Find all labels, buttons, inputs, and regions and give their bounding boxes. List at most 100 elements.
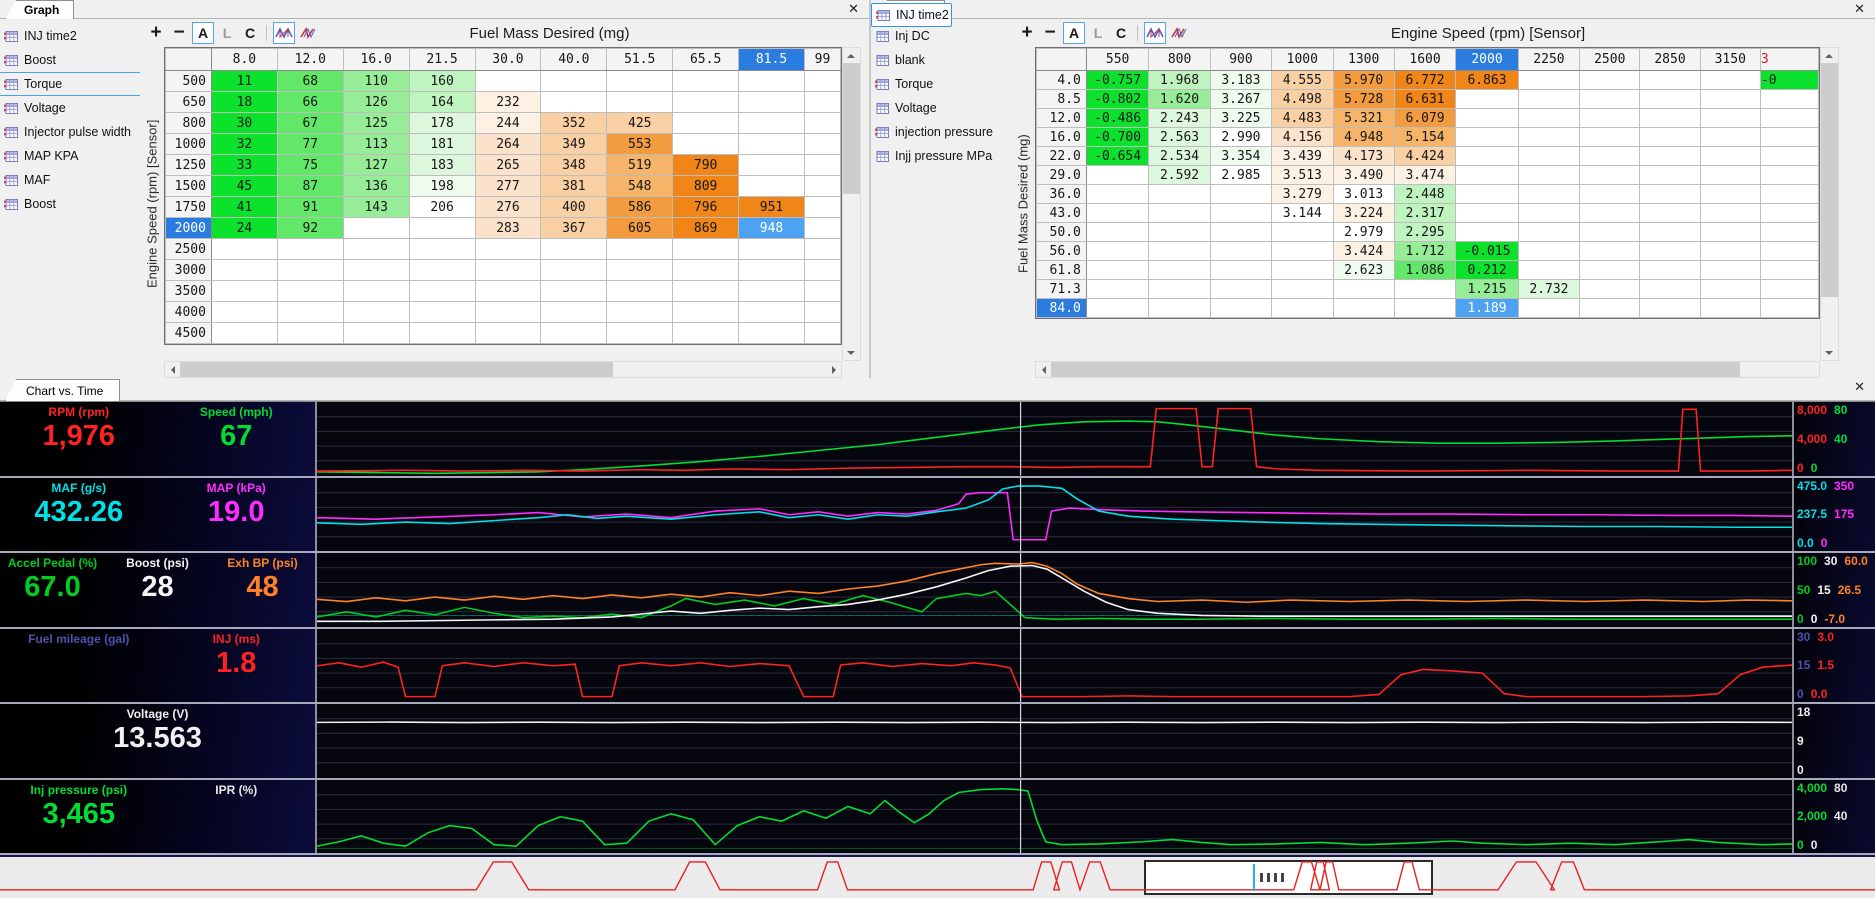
map-cell[interactable] [1579,146,1641,166]
map-cell[interactable] [803,196,841,218]
map-cell[interactable]: 6.863 [1455,70,1519,90]
map-cell[interactable] [1148,279,1211,299]
map-cell[interactable] [540,301,608,323]
map-cell[interactable] [1085,260,1150,280]
map-cell[interactable]: 809 [672,175,740,197]
map-cell-partial[interactable] [1759,222,1819,242]
map-cell[interactable]: 0.212 [1455,260,1519,280]
map-cell[interactable]: -0.486 [1085,108,1150,128]
map-cell[interactable] [1699,241,1761,261]
map-cell[interactable] [1148,298,1211,318]
map-cell[interactable] [672,238,740,260]
map-cell[interactable] [1517,146,1581,166]
timeline-overview[interactable] [0,855,1875,898]
hscroll-thumb[interactable] [1051,362,1741,377]
waveform-alt-icon[interactable] [1169,23,1189,43]
map-cell[interactable] [738,238,805,260]
linear-mode-button[interactable]: L [217,23,237,43]
chart-plot-2[interactable] [317,553,1792,627]
map-cell[interactable]: 400 [540,196,608,218]
map-cell[interactable]: 381 [540,175,608,197]
map-cell[interactable]: 127 [342,154,410,176]
map-cell[interactable]: 136 [342,175,410,197]
row-header-1750[interactable]: 1750 [165,196,212,218]
map-cell[interactable] [408,301,476,323]
map-cell[interactable] [1579,279,1641,299]
chart-plot-1[interactable] [317,477,1792,551]
sidebar-item-boost[interactable]: Boost [0,48,140,72]
map-cell[interactable] [276,259,344,281]
map-cell[interactable]: 3.267 [1209,89,1273,109]
row-header-4500[interactable]: 4500 [165,322,212,344]
sidebar-item-voltage[interactable]: Voltage [0,96,140,120]
map-cell[interactable] [1579,108,1641,128]
map-cell[interactable] [738,322,805,344]
map-cell[interactable] [672,112,740,134]
map-cell[interactable] [1085,241,1150,261]
row-header-71.3[interactable]: 71.3 [1036,279,1087,299]
map-cell[interactable] [1639,203,1701,223]
row-header-22.0[interactable]: 22.0 [1036,146,1087,166]
col-header-16.0[interactable]: 16.0 [342,48,410,71]
map-cell[interactable] [1332,298,1395,318]
map-cell[interactable] [803,112,841,134]
signal-voltage-v[interactable]: Voltage (V) 13.563 [0,707,315,778]
sidebar-item-injj-pressure-mpa[interactable]: Injj pressure MPa [871,144,1011,168]
row-header-84.0[interactable]: 84.0 [1036,298,1087,318]
map-cell[interactable] [342,322,410,344]
map-cell[interactable] [803,301,841,323]
map-cell[interactable]: 348 [540,154,608,176]
map-cell[interactable] [1209,203,1273,223]
map-cell[interactable]: 3.424 [1332,241,1395,261]
row-header-61.8[interactable]: 61.8 [1036,260,1087,280]
map-cell-partial[interactable] [1759,108,1819,128]
map-cell[interactable] [342,280,410,302]
map-cell[interactable] [1148,203,1211,223]
map-cell-partial[interactable] [1759,165,1819,185]
map-cell[interactable]: 605 [606,217,674,239]
map-cell[interactable] [1085,222,1150,242]
col-header-21.5[interactable]: 21.5 [408,48,476,71]
scroll-left-icon[interactable] [165,362,180,377]
map-cell[interactable] [210,280,278,302]
map-cell[interactable] [606,91,674,113]
map-cell[interactable]: 4.555 [1271,70,1334,90]
map-cell[interactable]: 2.563 [1148,127,1211,147]
map-cell[interactable]: 276 [474,196,542,218]
map-cell[interactable]: 198 [408,175,476,197]
map-cell[interactable]: 3.144 [1271,203,1334,223]
map-cell[interactable] [1085,298,1150,318]
close-icon-chart[interactable]: ✕ [1854,379,1865,395]
map-cell[interactable] [803,280,841,302]
map-cell[interactable]: 5.970 [1332,70,1395,90]
map-cell[interactable]: 553 [606,133,674,155]
map-cell[interactable] [342,238,410,260]
map-cell[interactable] [210,238,278,260]
map-cell[interactable] [1639,89,1701,109]
map-cell[interactable]: 6.631 [1393,89,1457,109]
map-cell[interactable]: 264 [474,133,542,155]
row-header-2500[interactable]: 2500 [165,238,212,260]
add-button[interactable]: + [146,22,166,43]
map-cell[interactable] [474,280,542,302]
map-cell[interactable]: 91 [276,196,344,218]
row-header-3000[interactable]: 3000 [165,259,212,281]
map-cell[interactable] [1699,70,1761,90]
map-cell[interactable] [738,259,805,281]
map-cell-partial[interactable] [1759,298,1819,318]
map-cell[interactable] [1699,203,1761,223]
map-cell[interactable] [672,259,740,281]
map-cell[interactable]: 519 [606,154,674,176]
map-cell[interactable] [408,322,476,344]
map-cell[interactable] [342,217,410,239]
overview-cursor[interactable] [1252,864,1255,891]
map-cell[interactable]: 277 [474,175,542,197]
map-cell[interactable] [1579,184,1641,204]
map-cell[interactable] [672,133,740,155]
sidebar-item-voltage[interactable]: Voltage [871,96,1011,120]
map-cell[interactable] [1332,279,1395,299]
map-cell[interactable] [1517,70,1581,90]
map-cell[interactable] [276,238,344,260]
map-cell[interactable] [803,175,841,197]
map-cell[interactable] [1699,260,1761,280]
